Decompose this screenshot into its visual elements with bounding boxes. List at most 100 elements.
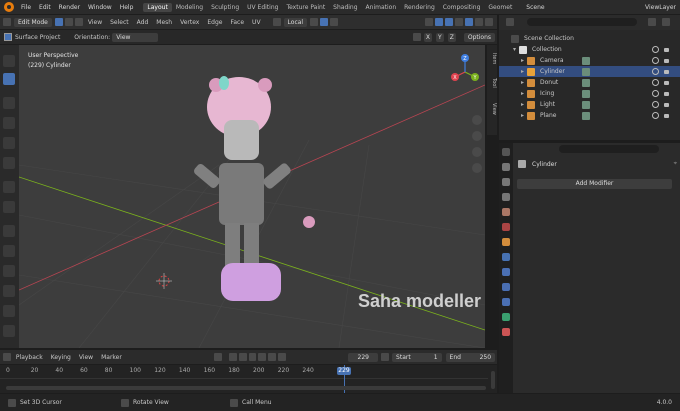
mirror-y-toggle[interactable]: Y <box>436 32 444 42</box>
menu-vertex[interactable]: Vertex <box>176 19 203 26</box>
expand-chevron-icon[interactable]: ▸ <box>521 68 524 75</box>
data-tab-icon[interactable] <box>502 313 510 321</box>
object-tab-icon[interactable] <box>502 238 510 246</box>
world-tab-icon[interactable] <box>502 223 510 231</box>
blender-logo-icon[interactable] <box>4 2 14 12</box>
workspace-tab-layout[interactable]: Layout <box>143 2 172 12</box>
menu-face[interactable]: Face <box>226 19 248 26</box>
output-tab-icon[interactable] <box>502 178 510 186</box>
render-camera-icon[interactable] <box>664 47 669 52</box>
render-camera-icon[interactable] <box>664 69 669 74</box>
visibility-eye-icon[interactable] <box>652 101 659 108</box>
menu-help[interactable]: Help <box>116 4 138 11</box>
outliner-item-donut[interactable]: ▸ Donut <box>499 77 680 88</box>
menu-select[interactable]: Select <box>106 19 133 26</box>
outliner-filter-icon[interactable] <box>648 18 656 26</box>
proportional-edit-icon[interactable] <box>330 18 339 26</box>
shading-rendered-icon[interactable] <box>485 18 493 26</box>
workspace-tab-geometry[interactable]: Geomet <box>484 3 516 12</box>
poly-build-tool-icon[interactable] <box>3 325 15 337</box>
knife-tool-icon[interactable] <box>3 305 15 317</box>
play-reverse-icon[interactable] <box>248 353 257 361</box>
tool-tab-icon[interactable] <box>502 148 510 156</box>
mirror-x-toggle[interactable]: X <box>423 32 433 42</box>
expand-chevron-icon[interactable]: ▾ <box>513 46 516 53</box>
view-layer-tab-icon[interactable] <box>502 193 510 201</box>
inset-tool-icon[interactable] <box>3 245 15 257</box>
expand-chevron-icon[interactable]: ▸ <box>521 57 524 64</box>
start-frame-field[interactable]: Start 1 <box>392 352 442 362</box>
timeline-vertical-scrollbar[interactable] <box>491 371 495 389</box>
menu-uv[interactable]: UV <box>248 19 265 26</box>
timeline-menu-marker[interactable]: Marker <box>97 354 126 361</box>
outliner-item-camera[interactable]: ▸ Camera <box>499 55 680 66</box>
vertex-select-icon[interactable] <box>54 18 63 26</box>
menu-edit[interactable]: Edit <box>35 4 55 11</box>
pan-hand-icon[interactable] <box>472 131 482 141</box>
visibility-eye-icon[interactable] <box>652 90 659 97</box>
loop-cut-tool-icon[interactable] <box>3 285 15 297</box>
mode-selector[interactable]: Edit Mode <box>14 17 52 27</box>
outliner-editor-icon[interactable] <box>506 18 514 26</box>
timeline-scrollbar[interactable] <box>6 386 486 390</box>
playhead-frame-badge[interactable]: 229 <box>337 367 351 375</box>
new-collection-icon[interactable] <box>662 18 670 26</box>
surface-project-checkbox[interactable] <box>4 33 12 41</box>
jump-start-icon[interactable] <box>228 353 237 361</box>
workspace-tab-shading[interactable]: Shading <box>329 3 361 12</box>
menu-file[interactable]: File <box>17 4 35 11</box>
outliner-item-icing[interactable]: ▸ Icing <box>499 88 680 99</box>
visibility-eye-icon[interactable] <box>652 57 659 64</box>
jump-end-icon[interactable] <box>278 353 287 361</box>
record-icon[interactable] <box>213 353 222 361</box>
rotate-tool-icon[interactable] <box>3 137 15 149</box>
expand-chevron-icon[interactable]: ▸ <box>521 101 524 108</box>
pivot-icon[interactable] <box>310 18 319 26</box>
object-data-icon[interactable] <box>582 100 591 109</box>
select-box-tool-icon[interactable] <box>3 73 15 85</box>
timeline[interactable]: 0 20 40 60 80 100 120 140 160 180 200 220 240 229 <box>0 365 497 393</box>
extrude-tool-icon[interactable] <box>3 225 15 237</box>
outliner-scene-collection[interactable]: Scene Collection <box>499 33 680 44</box>
mirror-z-toggle[interactable]: Z <box>447 32 456 42</box>
object-data-icon[interactable] <box>582 78 591 87</box>
render-camera-icon[interactable] <box>664 91 669 96</box>
render-camera-icon[interactable] <box>664 58 669 63</box>
preview-range-icon[interactable] <box>381 353 390 361</box>
mirror-icon[interactable] <box>412 33 421 41</box>
menu-add[interactable]: Add <box>133 19 153 26</box>
cursor-tool-icon[interactable] <box>3 97 15 109</box>
overlay-toggle-icon[interactable] <box>445 18 453 26</box>
navigation-gizmo[interactable]: Y X Z <box>451 54 479 81</box>
menu-render[interactable]: Render <box>55 4 84 11</box>
zoom-icon[interactable] <box>472 115 482 125</box>
editor-type-icon[interactable] <box>3 18 11 26</box>
workspace-tab-compositing[interactable]: Compositing <box>439 3 485 12</box>
workspace-tab-uv-editing[interactable]: UV Editing <box>243 3 282 12</box>
render-tab-icon[interactable] <box>502 163 510 171</box>
options-dropdown[interactable]: Options <box>463 32 495 42</box>
pin-icon[interactable]: ⌖ <box>674 160 677 168</box>
material-tab-icon[interactable] <box>502 328 510 336</box>
outliner-item-plane[interactable]: ▸ Plane <box>499 110 680 121</box>
visibility-eye-icon[interactable] <box>652 112 659 119</box>
face-select-icon[interactable] <box>74 18 83 26</box>
outliner-item-light[interactable]: ▸ Light <box>499 99 680 110</box>
outliner-search-input[interactable] <box>527 18 637 26</box>
workspace-tab-modeling[interactable]: Modeling <box>172 3 207 12</box>
expand-chevron-icon[interactable]: ▸ <box>521 112 524 119</box>
constraints-tab-icon[interactable] <box>502 298 510 306</box>
menu-view[interactable]: View <box>84 19 106 26</box>
gizmo-toggle-icon[interactable] <box>435 18 443 26</box>
transform-orientation-icon[interactable] <box>272 18 281 26</box>
scale-tool-icon[interactable] <box>3 157 15 169</box>
shading-solid-icon[interactable] <box>465 18 473 26</box>
physics-tab-icon[interactable] <box>502 283 510 291</box>
add-modifier-button[interactable]: Add Modifier <box>517 179 672 189</box>
timeline-menu-view[interactable]: View <box>75 354 97 361</box>
visibility-eye-icon[interactable] <box>652 68 659 75</box>
orientation-dropdown[interactable]: Local <box>283 17 308 27</box>
camera-view-icon[interactable] <box>472 147 482 157</box>
object-data-icon[interactable] <box>582 67 591 76</box>
modifier-tab-icon[interactable] <box>502 253 510 261</box>
